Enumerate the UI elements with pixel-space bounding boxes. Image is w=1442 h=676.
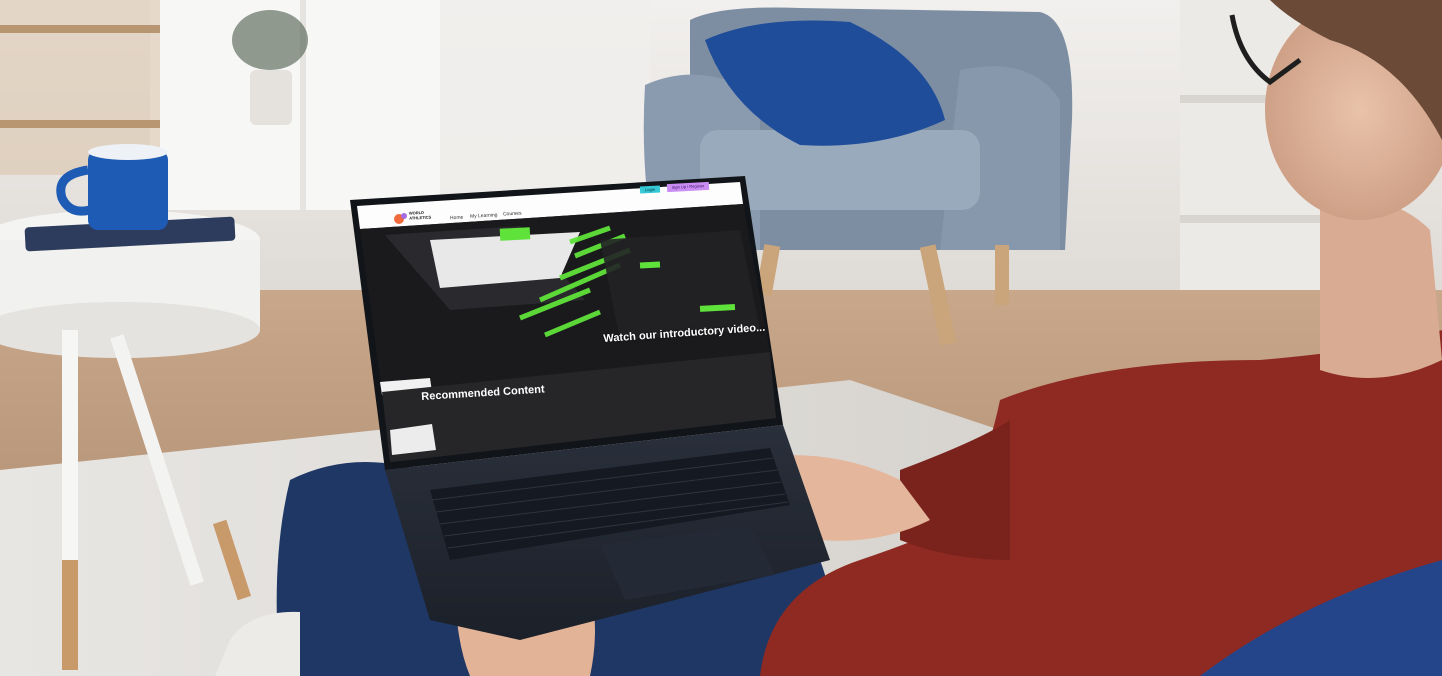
plant	[232, 10, 308, 70]
living-room-scene	[0, 0, 1442, 676]
coffee-mug	[88, 150, 168, 230]
